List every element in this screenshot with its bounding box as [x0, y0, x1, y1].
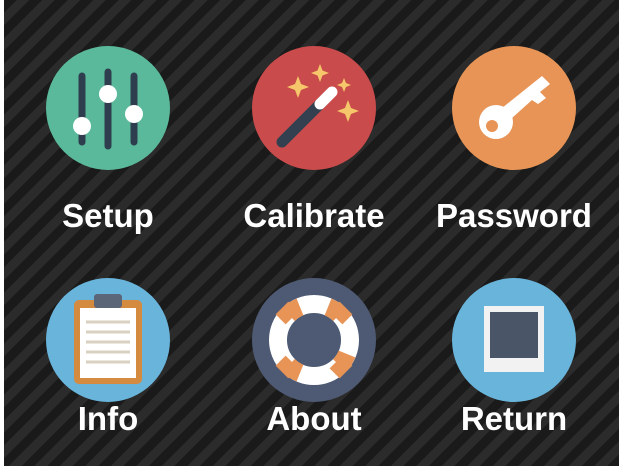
clipboard-icon	[74, 294, 142, 384]
info-icon-circle	[46, 278, 170, 402]
password-label: Password	[436, 197, 592, 234]
about-button[interactable]: About	[217, 250, 407, 450]
about-icon-circle	[252, 278, 376, 402]
return-button[interactable]: Return	[417, 250, 607, 450]
password-icon-circle	[452, 46, 576, 170]
setup-button[interactable]: Setup	[11, 10, 201, 234]
lifebuoy-icon	[269, 295, 359, 385]
password-button[interactable]: Password	[417, 10, 607, 234]
info-button[interactable]: Info	[11, 250, 201, 450]
return-frame-icon	[484, 306, 544, 372]
key-icon	[479, 76, 550, 139]
calibrate-button[interactable]: Calibrate	[217, 10, 407, 234]
return-label: Return	[460, 400, 568, 437]
setup-label: Setup	[62, 197, 154, 234]
magic-wand-icon	[276, 64, 359, 148]
calibrate-label: Calibrate	[243, 197, 385, 234]
menu-screen: Setup Calibrate Password Info About Retu…	[4, 0, 619, 466]
return-icon-circle	[452, 278, 576, 402]
info-label: Info	[77, 400, 139, 437]
calibrate-icon-circle	[252, 46, 376, 170]
setup-icon-circle	[46, 46, 170, 170]
sliders-icon	[73, 68, 143, 150]
about-label: About	[266, 400, 362, 437]
